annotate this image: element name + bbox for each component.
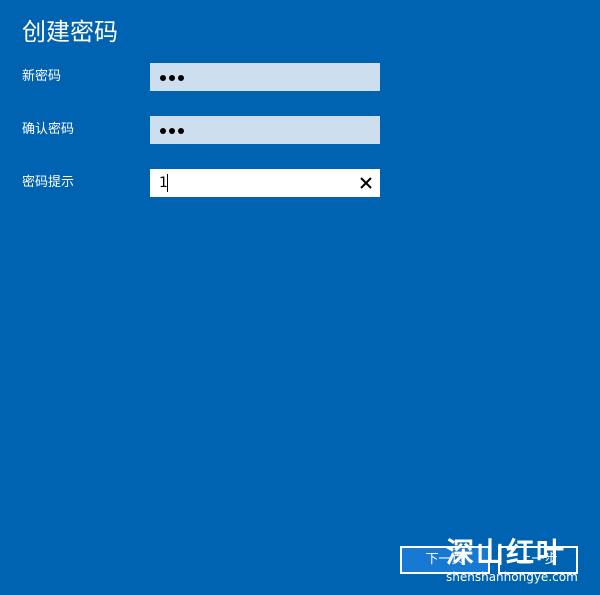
new-password-row: 新密码 — [0, 63, 600, 91]
new-password-masked-value — [160, 75, 184, 81]
next-button[interactable]: 下一页 — [400, 546, 490, 574]
password-dot — [178, 75, 184, 81]
confirm-password-row: 确认密码 — [0, 116, 600, 144]
new-password-label: 新密码 — [22, 69, 62, 84]
clear-input-button[interactable] — [358, 175, 374, 191]
text-caret — [167, 174, 168, 192]
close-icon — [360, 177, 372, 189]
password-hint-label: 密码提示 — [22, 175, 75, 190]
password-hint-row: 密码提示 1 — [0, 169, 600, 197]
password-dot — [160, 75, 166, 81]
confirm-password-label: 确认密码 — [22, 122, 75, 137]
page-title: 创建密码 — [22, 18, 118, 46]
new-password-field[interactable] — [150, 63, 380, 91]
password-dot — [169, 128, 175, 134]
password-dot — [178, 128, 184, 134]
password-hint-field[interactable]: 1 — [150, 169, 380, 197]
confirm-password-field[interactable] — [150, 116, 380, 144]
confirm-password-masked-value — [160, 128, 184, 134]
back-button[interactable]: 上一步 — [498, 546, 578, 574]
password-dot — [160, 128, 166, 134]
password-dot — [169, 75, 175, 81]
